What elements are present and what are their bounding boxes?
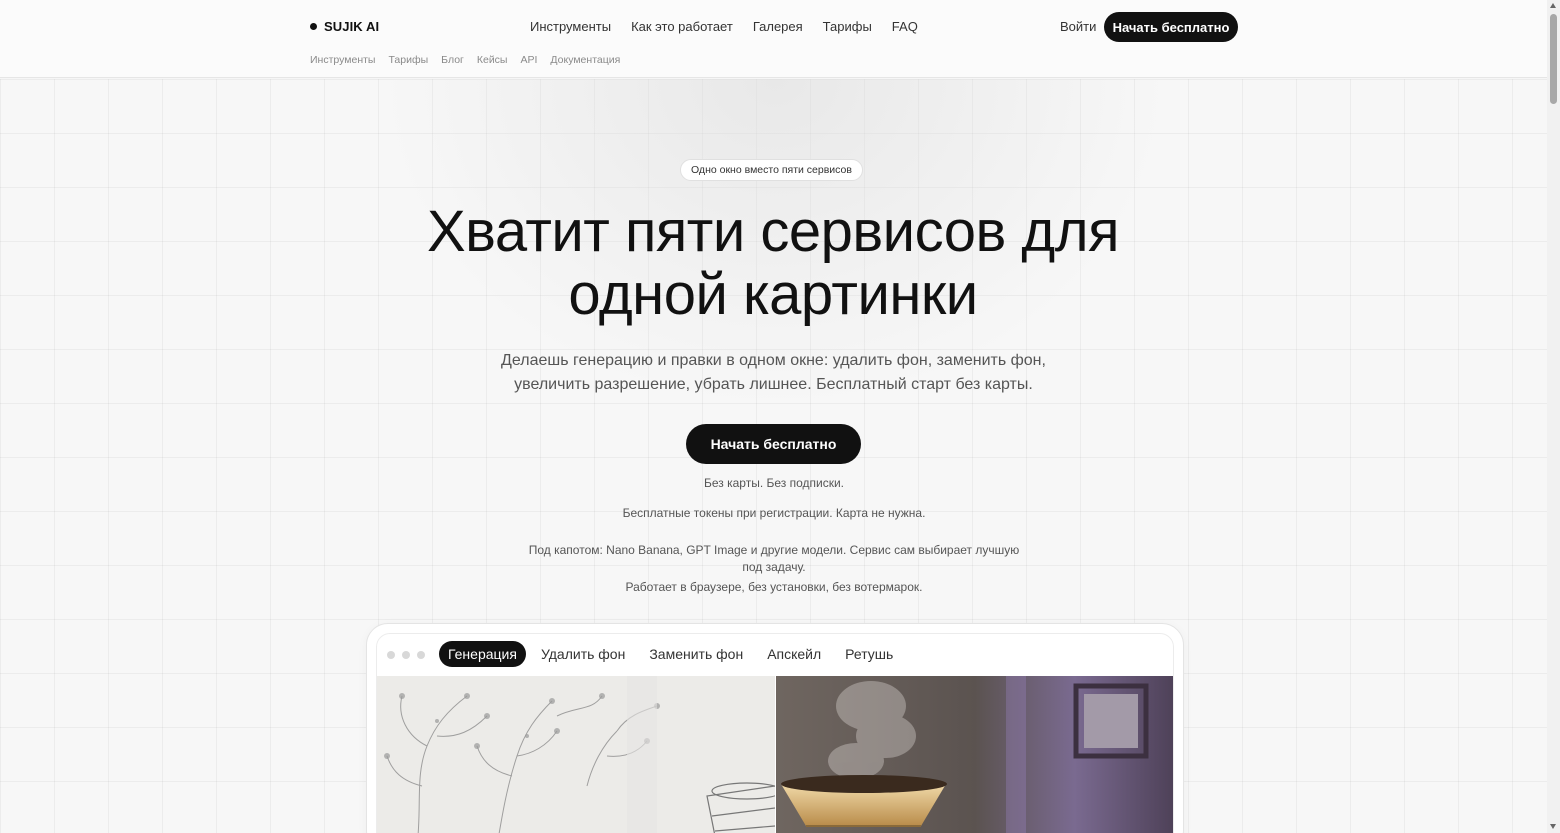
nav-link-pricing[interactable]: Тарифы — [823, 19, 872, 34]
demo-tabs: Генерация Удалить фон Заменить фон Апске… — [439, 641, 902, 667]
tab-replace-background[interactable]: Заменить фон — [640, 641, 752, 667]
nav-link-tools[interactable]: Инструменты — [530, 19, 611, 34]
hero-note-browser: Работает в браузере, без установки, без … — [625, 580, 923, 594]
main-nav: Инструменты Как это работает Галерея Тар… — [530, 19, 918, 34]
nav-link-faq[interactable]: FAQ — [892, 19, 918, 34]
hero-note-no-card: Без карты. Без подписки. — [703, 476, 845, 490]
tab-upscale[interactable]: Апскейл — [758, 641, 830, 667]
logo[interactable]: SUJIK AI — [310, 19, 379, 34]
start-free-button-header[interactable]: Начать бесплатно — [1104, 12, 1238, 42]
subnav-link-pricing[interactable]: Тарифы — [388, 54, 428, 66]
demo-image-sketch — [377, 676, 775, 833]
sub-nav: Инструменты Тарифы Блог Кейсы API Докуме… — [310, 54, 620, 66]
subnav-link-blog[interactable]: Блог — [441, 54, 464, 66]
page-scrollbar[interactable] — [1547, 0, 1560, 833]
hero-title-line2: одной картинки — [568, 262, 978, 327]
hero-title-line1: Хватит пяти сервисов для — [426, 199, 1120, 264]
hero-subtitle: Делаешь генерацию и правки в одном окне:… — [470, 349, 1077, 397]
hero-note-free-tokens: Бесплатные токены при регистрации. Карта… — [622, 506, 926, 520]
subnav-link-cases[interactable]: Кейсы — [477, 54, 508, 66]
site-header: SUJIK AI Инструменты Как это работает Га… — [0, 0, 1547, 78]
login-link[interactable]: Войти — [1060, 19, 1096, 34]
nav-link-how-it-works[interactable]: Как это работает — [631, 19, 733, 34]
logo-text: SUJIK AI — [324, 19, 380, 34]
sketch-illustration — [377, 676, 775, 833]
window-dot-icon — [387, 651, 395, 659]
scroll-down-arrow-icon[interactable] — [1550, 824, 1556, 829]
scroll-thumb[interactable] — [1550, 14, 1557, 104]
demo-card: Генерация Удалить фон Заменить фон Апске… — [366, 623, 1184, 833]
demo-image-coffee — [776, 676, 1173, 833]
nav-link-gallery[interactable]: Галерея — [753, 19, 803, 34]
start-free-button-hero[interactable]: Начать бесплатно — [686, 424, 861, 464]
scroll-up-arrow-icon[interactable] — [1550, 3, 1556, 8]
window-dot-icon — [402, 651, 410, 659]
subnav-link-tools[interactable]: Инструменты — [310, 54, 375, 66]
hero-title: Хватит пяти сервисов для одной картинки — [330, 200, 1216, 326]
demo-window: Генерация Удалить фон Заменить фон Апске… — [376, 633, 1174, 833]
subnav-link-docs[interactable]: Документация — [550, 54, 620, 66]
hero-subtitle-line2: увеличить разрешение, убрать лишнее. Бес… — [514, 376, 1033, 393]
subnav-link-api[interactable]: API — [520, 54, 537, 66]
window-dot-icon — [417, 651, 425, 659]
hero-note-models: Под капотом: Nano Banana, GPT Image и др… — [528, 543, 1020, 574]
hero-badge: Одно окно вместо пяти сервисов — [680, 159, 863, 181]
hero-subtitle-line1: Делаешь генерацию и правки в одном окне:… — [501, 352, 1046, 369]
tab-remove-background[interactable]: Удалить фон — [532, 641, 634, 667]
tab-retouch[interactable]: Ретушь — [836, 641, 902, 667]
window-dots — [387, 651, 425, 659]
coffee-photo-illustration — [776, 676, 1173, 833]
logo-dot-icon — [310, 23, 317, 30]
tab-generation[interactable]: Генерация — [439, 641, 526, 667]
